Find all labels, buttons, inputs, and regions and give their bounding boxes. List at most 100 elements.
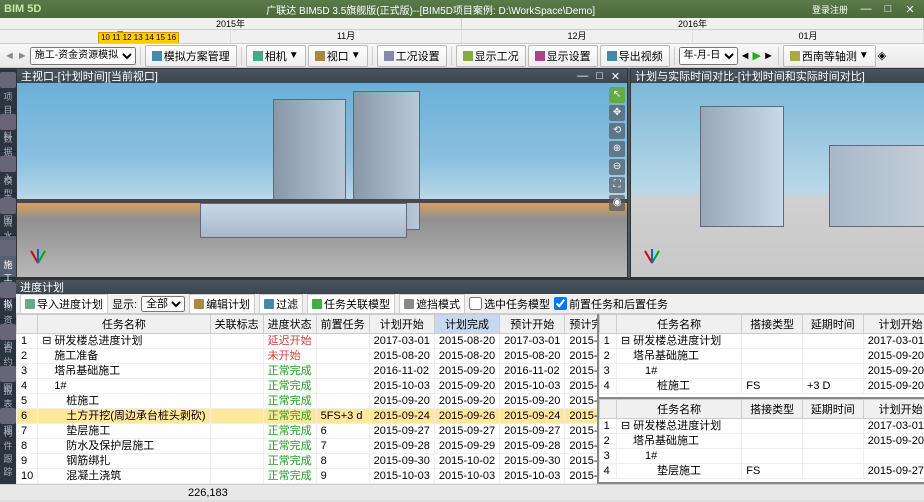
progress-panel: 进度计划 导入进度计划 显示: 全部 编辑计划 过滤 任务关联模型 遮挡模式 选… [16,278,924,500]
camera-button[interactable]: 相机 ▼ [246,45,306,67]
sim-scheme-button[interactable]: 模拟方案管理 [145,45,237,67]
column-header[interactable]: 进度状态 [263,315,316,334]
minimize-icon[interactable]: — [856,3,876,16]
column-header[interactable]: 预计完成 [565,315,599,334]
timeline-marker[interactable]: 10 11 12 13 14 15 16 [98,32,179,44]
timeline[interactable]: 2015年2016年 10月11月12月01月 10 11 12 13 14 1… [0,18,924,44]
date-format-select[interactable]: 年-月-日 [679,47,738,65]
play-icon[interactable]: ▶ [752,49,760,62]
column-header[interactable]: 计划开始 [863,400,924,419]
sidebar-item[interactable]: 施工模拟 [0,236,16,278]
sidebar-item[interactable]: 物资查询 [0,278,16,320]
selected-task-checkbox[interactable]: 选中任务模型 [469,296,550,312]
sidebar-item[interactable]: 合约视图 [0,320,16,362]
column-header[interactable] [17,315,38,334]
column-header[interactable]: 搭接类型 [742,315,803,334]
prev-icon[interactable]: ◄ [740,50,751,62]
column-header[interactable]: 前置任务 [316,315,369,334]
table-row[interactable]: 10混凝土浇筑正常完成92015-10-032015-10-032015-10-… [17,469,599,484]
rotate-tool-icon[interactable]: ⟲ [609,123,625,139]
table-row[interactable]: 8防水及保护层施工正常完成72015-09-282015-09-292015-0… [17,439,599,454]
column-header[interactable] [599,400,616,419]
axis-gizmo [23,241,53,271]
table-row[interactable]: 3塔吊基础施工正常完成2016-11-022015-09-202016-11-0… [17,364,599,379]
table-row[interactable]: 4垫层施工FS2015-09-272015-09-27 [599,464,924,479]
timeline-year: 2016年 [462,18,924,29]
table-row[interactable]: 1⊟ 研发楼总进度计划延迟开始2017-03-012015-08-202017-… [17,334,599,349]
column-header[interactable]: 任务名称 [616,315,741,334]
next-icon[interactable]: ► [763,50,774,62]
main-toolbar: ◄ ► 施工-资金资源模拟 模拟方案管理 相机 ▼ 视口 ▼ 工况设置 显示工况… [0,44,924,68]
column-header[interactable]: 计划完成 [434,315,499,334]
table-row[interactable]: 1⊟ 研发楼总进度计划2017-03-01 [599,419,924,434]
column-header[interactable]: 任务名称 [616,400,741,419]
select-tool-icon[interactable]: ↖ [609,87,625,103]
table-row[interactable]: 31#2015-09-202015-10-03 [599,364,924,379]
mask-mode-button[interactable]: 遮挡模式 [399,294,465,314]
export-video-button[interactable]: 导出视频 [600,45,670,67]
coordinates: 226,183 [188,487,228,499]
axis-view-button[interactable]: 西南等轴测 ▼ [783,45,876,67]
column-header[interactable]: 计划开始 [863,315,924,334]
sidebar-item[interactable]: 项目资料 [0,68,16,110]
display-settings-button[interactable]: 显示设置 [528,45,598,67]
sim-mode-select[interactable]: 施工-资金资源模拟 [30,47,136,65]
assoc-model-button[interactable]: 任务关联模型 [307,294,395,314]
pan-tool-icon[interactable]: ✥ [609,105,625,121]
sidebar-item[interactable]: 流水视图 [0,194,16,236]
table-row[interactable]: 31#2015-09-27 [599,449,924,464]
column-header[interactable]: 计划开始 [369,315,434,334]
table-row[interactable]: 41#正常完成2015-10-032015-09-202015-10-03201… [17,379,599,394]
vp-close-icon[interactable]: ✕ [608,70,623,83]
predecessor-table[interactable]: 任务名称搭接类型延期时间计划开始计划完成1⊟ 研发楼总进度计划2017-03-0… [599,314,924,399]
view-icon[interactable]: ◉ [609,195,625,211]
column-header[interactable]: 搭接类型 [742,400,803,419]
sidebar-item[interactable]: 数据导入 [0,110,16,152]
task-table[interactable]: 任务名称关联标志进度状态前置任务计划开始计划完成预计开始预计完成实际1⊟ 研发楼… [16,314,599,484]
table-row[interactable]: 5桩施工正常完成2015-09-202015-09-202015-09-2020… [17,394,599,409]
table-row[interactable]: 6土方开挖(周边承台桩头剥砍)正常完成5FS+3 d2015-09-242015… [17,409,599,424]
show-filter-select[interactable]: 全部 [141,296,185,312]
progress-toolbar: 导入进度计划 显示: 全部 编辑计划 过滤 任务关联模型 遮挡模式 选中任务模型… [16,294,924,314]
table-row[interactable]: 2塔吊基础施工2015-09-202015-10-03 [599,434,924,449]
table-row[interactable]: 1⊟ 研发楼总进度计划2017-03-01 [599,334,924,349]
maximize-icon[interactable]: □ [878,3,898,16]
timeline-month[interactable]: 01月 [693,30,924,44]
table-row[interactable]: 4桩施工FS+3 D2015-09-202015-09-20 [599,379,924,394]
main-viewport[interactable]: 主视口-[计划时间][当前视口] —□✕ ↖ ✥ [16,68,628,278]
table-row[interactable]: 2施工准备未开始2015-08-202015-08-202015-08-2020… [17,349,599,364]
vp-min-icon[interactable]: — [574,70,591,83]
column-header[interactable]: 延期时间 [802,400,863,419]
column-header[interactable] [599,315,616,334]
fit-icon[interactable]: ⛶ [609,177,625,193]
column-header[interactable]: 任务名称 [38,315,210,334]
timeline-month[interactable]: 12月 [462,30,693,44]
show-condition-button[interactable]: 显示工况 [456,45,526,67]
vp-max-icon[interactable]: □ [593,70,606,83]
close-icon[interactable]: ✕ [900,3,920,16]
timeline-month[interactable]: 11月 [231,30,462,44]
work-condition-button[interactable]: 工况设置 [377,45,447,67]
compare-viewport[interactable]: 计划与实际时间对比-[计划时间和实际时间对比] —□✕ ↖ ✥ ⟲ [630,68,924,278]
edit-plan-button[interactable]: 编辑计划 [189,294,255,314]
filter-button[interactable]: 过滤 [259,294,303,314]
pre-post-task-checkbox[interactable]: 前置任务和后置任务 [554,296,668,312]
column-header[interactable]: 延期时间 [802,315,863,334]
back-icon[interactable]: ◄ [4,50,15,62]
sidebar-item[interactable]: 构件跟踪 [0,404,16,446]
column-header[interactable]: 预计开始 [500,315,565,334]
sidebar-item[interactable]: 模型视图 [0,152,16,194]
table-row[interactable]: 2塔吊基础施工2015-09-202016-11-02 [599,349,924,364]
table-row[interactable]: 7垫层施工正常完成62015-09-272015-09-272015-09-27… [17,424,599,439]
zoom-out-icon[interactable]: ⊖ [609,159,625,175]
sidebar-item[interactable]: 报表管理 [0,362,16,404]
viewport-button[interactable]: 视口 ▼ [308,45,368,67]
column-header[interactable]: 关联标志 [210,315,263,334]
zoom-in-icon[interactable]: ⊕ [609,141,625,157]
import-plan-button[interactable]: 导入进度计划 [20,294,108,314]
table-row[interactable]: 9钢筋绑扎正常完成82015-09-302015-10-022015-09-30… [17,454,599,469]
extra-icon[interactable]: ◈ [878,49,886,62]
successor-table[interactable]: 任务名称搭接类型延期时间计划开始计划完成1⊟ 研发楼总进度计划2017-03-0… [599,399,924,484]
user-login[interactable]: 登录注册 [812,3,848,16]
forward-icon[interactable]: ► [17,50,28,62]
